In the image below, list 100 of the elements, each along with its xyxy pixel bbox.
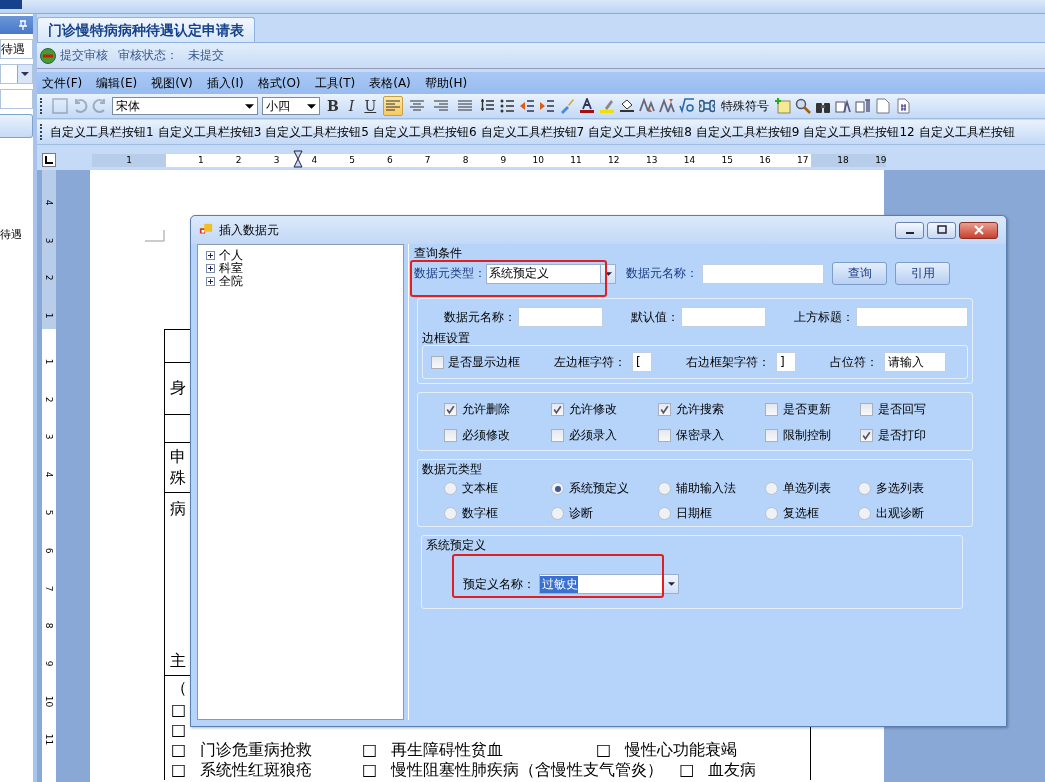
caption-field[interactable] bbox=[856, 307, 968, 327]
custom-toolbar-button[interactable]: 自定义工具栏按钮 bbox=[916, 123, 1017, 141]
grow-font-icon[interactable] bbox=[639, 98, 656, 114]
document-icon[interactable] bbox=[875, 98, 892, 114]
menu-item[interactable]: 帮助(H) bbox=[424, 74, 468, 92]
menu-item[interactable]: 文件(F) bbox=[42, 74, 83, 92]
tree-item[interactable]: 个人 bbox=[219, 249, 243, 262]
predefined-name-dropdown[interactable]: 过敏史 bbox=[539, 574, 679, 594]
menu-item[interactable]: 表格(A) bbox=[369, 74, 411, 92]
search-icon[interactable] bbox=[795, 98, 812, 114]
underline-button[interactable]: U bbox=[361, 98, 380, 114]
indent-icon[interactable] bbox=[539, 98, 556, 114]
checkbox[interactable] bbox=[444, 403, 457, 416]
formula-icon[interactable] bbox=[679, 98, 696, 114]
checkbox[interactable] bbox=[551, 429, 564, 442]
radio-button[interactable] bbox=[765, 507, 778, 520]
checkbox[interactable] bbox=[551, 403, 564, 416]
expand-icon[interactable] bbox=[206, 277, 215, 286]
menu-item[interactable]: 插入(I) bbox=[206, 74, 244, 92]
expand-icon[interactable] bbox=[206, 264, 215, 273]
radio-button[interactable] bbox=[444, 482, 457, 495]
radio-button[interactable] bbox=[551, 507, 564, 520]
note-add-icon[interactable] bbox=[775, 98, 792, 114]
checkbox[interactable] bbox=[765, 429, 778, 442]
checkbox[interactable] bbox=[658, 429, 671, 442]
text-field[interactable]: 待遇 bbox=[0, 39, 33, 59]
dropdown-field[interactable] bbox=[0, 64, 33, 84]
tree-item[interactable]: 科室 bbox=[219, 262, 243, 275]
menu-item[interactable]: 编辑(E) bbox=[96, 74, 138, 92]
italic-button[interactable]: I bbox=[345, 98, 358, 114]
custom-toolbar-button[interactable]: 自定义工具栏按钮1 bbox=[48, 123, 156, 141]
checkbox[interactable] bbox=[765, 403, 778, 416]
custom-toolbar-button[interactable]: 自定义工具栏按钮12 bbox=[801, 123, 917, 141]
radio-button[interactable] bbox=[765, 482, 778, 495]
placeholder-field[interactable]: 请输入 bbox=[884, 352, 946, 372]
right-border-field[interactable]: ] bbox=[776, 352, 796, 372]
custom-toolbar-button[interactable]: 自定义工具栏按钮3 bbox=[155, 123, 264, 141]
name-field[interactable] bbox=[518, 307, 603, 327]
custom-toolbar-button[interactable]: 自定义工具栏按钮7 bbox=[478, 123, 587, 141]
menu-item[interactable]: 视图(V) bbox=[151, 74, 193, 92]
radio-button[interactable] bbox=[444, 507, 457, 520]
radio-button[interactable] bbox=[658, 482, 671, 495]
outdent-icon[interactable] bbox=[519, 98, 536, 114]
name-field[interactable] bbox=[702, 263, 824, 284]
checkbox[interactable]: □ bbox=[362, 760, 378, 780]
panel-button[interactable] bbox=[0, 114, 33, 138]
fill-icon[interactable] bbox=[619, 98, 636, 114]
font-dropdown[interactable]: 宋体 bbox=[112, 97, 258, 115]
text-field[interactable] bbox=[0, 89, 33, 109]
maximize-button[interactable] bbox=[927, 221, 956, 239]
checkbox[interactable]: □ bbox=[171, 760, 187, 780]
checkbox[interactable]: □ bbox=[362, 740, 378, 760]
checkbox[interactable] bbox=[444, 429, 457, 442]
special-symbols-button[interactable]: 特殊符号 bbox=[719, 97, 772, 115]
checkbox[interactable]: □ bbox=[171, 700, 187, 720]
close-button[interactable] bbox=[959, 221, 998, 239]
pin-icon[interactable] bbox=[19, 20, 27, 30]
radio-button[interactable] bbox=[858, 482, 871, 495]
radio-button[interactable] bbox=[551, 482, 564, 495]
line-spacing-icon[interactable] bbox=[479, 98, 496, 114]
custom-toolbar-button[interactable]: 自定义工具栏按钮8 bbox=[586, 123, 694, 141]
default-value-field[interactable] bbox=[681, 307, 766, 327]
checkbox[interactable]: □ bbox=[679, 760, 695, 780]
bold-button[interactable]: B bbox=[324, 98, 342, 114]
custom-toolbar-button[interactable]: 自定义工具栏按钮6 bbox=[370, 123, 479, 141]
page-number-icon[interactable] bbox=[895, 98, 912, 114]
ruler-number: 10 bbox=[43, 695, 55, 708]
radio-button[interactable] bbox=[658, 507, 671, 520]
font-size-dropdown[interactable]: 小四 bbox=[262, 97, 320, 115]
menu-item[interactable]: 格式(O) bbox=[257, 74, 301, 92]
tab-stop-selector[interactable] bbox=[42, 153, 56, 167]
field-icon[interactable] bbox=[835, 98, 852, 114]
checkbox[interactable] bbox=[658, 403, 671, 416]
submit-review-button[interactable]: 提交审核 bbox=[40, 47, 108, 64]
checkbox[interactable]: □ bbox=[171, 720, 187, 740]
shrink-font-icon[interactable] bbox=[659, 98, 676, 114]
font-color-icon[interactable] bbox=[579, 98, 596, 114]
left-border-field[interactable]: [ bbox=[632, 352, 652, 372]
checkbox[interactable]: □ bbox=[171, 740, 187, 760]
checkbox[interactable] bbox=[860, 403, 873, 416]
bullet-list-icon[interactable] bbox=[499, 98, 516, 114]
paragraph-field-icon[interactable] bbox=[855, 98, 872, 114]
command-icon[interactable] bbox=[699, 98, 716, 114]
menu-item[interactable]: 工具(T) bbox=[314, 74, 356, 92]
expand-icon[interactable] bbox=[206, 251, 215, 260]
custom-toolbar-button[interactable]: 自定义工具栏按钮5 bbox=[263, 123, 371, 141]
dialog-button[interactable]: 查询 bbox=[832, 262, 887, 285]
checkbox[interactable] bbox=[860, 429, 873, 442]
checkbox-label: 允许修改 bbox=[569, 401, 617, 418]
dialog-button[interactable]: 引用 bbox=[895, 262, 950, 285]
radio-button[interactable] bbox=[858, 507, 871, 520]
indent-marker-icon[interactable] bbox=[293, 150, 303, 170]
document-tab[interactable]: 门诊慢特病病种待遇认定申请表 bbox=[37, 17, 255, 42]
checkbox[interactable] bbox=[431, 355, 444, 369]
custom-toolbar-button[interactable]: 自定义工具栏按钮9 bbox=[693, 123, 802, 141]
minimize-button[interactable] bbox=[895, 221, 924, 239]
align-left-button[interactable] bbox=[383, 96, 404, 116]
tree-item[interactable]: 全院 bbox=[219, 275, 243, 288]
checkbox[interactable]: □ bbox=[596, 740, 612, 760]
type-dropdown[interactable]: 系统预定义 bbox=[486, 263, 616, 284]
